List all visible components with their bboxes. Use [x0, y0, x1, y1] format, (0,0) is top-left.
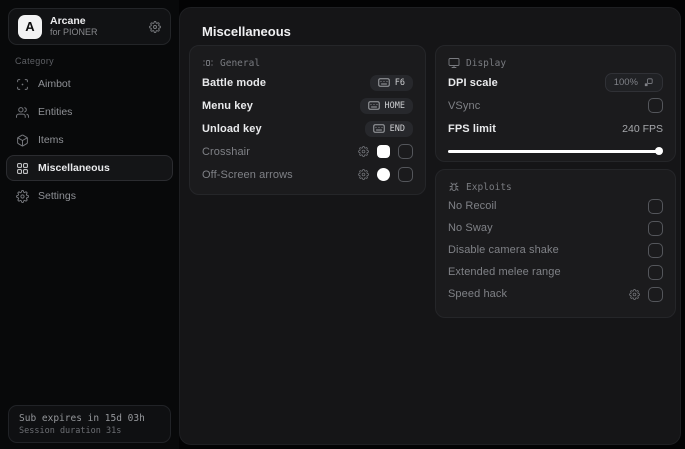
unload-key-row: Unload key END [202, 117, 413, 140]
menu-key-keybind[interactable]: HOME [359, 97, 413, 114]
vsync-checkbox[interactable] [648, 98, 663, 113]
app-name: Arcane [50, 15, 86, 28]
fps-limit-slider[interactable] [448, 147, 663, 155]
fps-limit-value: 240 FPS [622, 122, 663, 135]
slider-thumb[interactable] [655, 147, 663, 155]
disable-camera-shake-checkbox[interactable] [648, 242, 663, 258]
extended-melee-range-checkbox[interactable] [648, 264, 663, 280]
extended-melee-range-label: Extended melee range [448, 266, 561, 278]
grid-icon [16, 162, 29, 175]
gear-icon [16, 189, 29, 203]
crosshair-checkbox[interactable] [398, 144, 413, 159]
exploits-card-title: Exploits [466, 181, 512, 193]
general-card-title: General [220, 57, 261, 69]
sidebar-item-items[interactable]: Items [6, 127, 173, 153]
dpi-scale-label: DPI scale [448, 76, 498, 89]
speed-hack-label: Speed hack [448, 288, 508, 300]
unload-key-label: Unload key [202, 122, 262, 135]
keyboard-icon [372, 124, 385, 133]
bug-icon [448, 181, 460, 193]
scale-icon [643, 77, 654, 88]
brand-card: A Arcane for PIONER [8, 8, 171, 45]
crosshair-color-swatch[interactable] [377, 145, 390, 158]
keyboard-icon [367, 101, 380, 110]
battle-mode-key: F6 [394, 77, 405, 88]
menu-key-row: Menu key HOME [202, 94, 413, 117]
session-duration-text: Session duration 31s [19, 425, 122, 436]
vsync-label: VSync [448, 99, 481, 112]
subscription-card: Sub expires in 15d 03h Session duration … [8, 405, 171, 443]
speed-hack-row: Speed hack [448, 283, 663, 305]
exploits-card-header: Exploits [448, 179, 663, 195]
fps-limit-label: FPS limit [448, 122, 496, 135]
main-panel: Miscellaneous General Battle mode F6 Men… [179, 7, 681, 445]
battle-mode-keybind[interactable]: F6 [369, 74, 413, 91]
sidebar-item-miscellaneous[interactable]: Miscellaneous [6, 155, 173, 181]
no-recoil-checkbox[interactable] [648, 198, 663, 214]
disable-camera-shake-row: Disable camera shake [448, 239, 663, 261]
package-icon [16, 134, 29, 147]
display-card: Display DPI scale 100% VSync FPS limit 2… [435, 45, 676, 162]
monitor-icon [448, 57, 460, 69]
no-sway-label: No Sway [448, 222, 493, 234]
sidebar-item-entities[interactable]: Entities [6, 99, 173, 125]
crosshair-settings-gear-icon[interactable] [358, 146, 369, 157]
crosshair-label: Crosshair [202, 145, 250, 158]
fps-limit-row: FPS limit 240 FPS [448, 117, 663, 140]
battle-mode-label: Battle mode [202, 76, 267, 89]
no-sway-checkbox[interactable] [648, 220, 663, 236]
extended-melee-range-row: Extended melee range [448, 261, 663, 283]
display-card-title: Display [466, 57, 507, 69]
crosshair-row: Crosshair [202, 140, 413, 163]
sidebar-item-aimbot[interactable]: Aimbot [6, 71, 173, 97]
offscreen-arrows-color-swatch[interactable] [377, 168, 390, 181]
exploits-card: Exploits No Recoil No Sway Disable camer… [435, 169, 676, 318]
sidebar-item-settings[interactable]: Settings [6, 183, 173, 209]
crosshair-icon [16, 78, 29, 91]
offscreen-arrows-row: Off-Screen arrows [202, 163, 413, 186]
battle-mode-row: Battle mode F6 [202, 71, 413, 94]
sidebar-nav: Aimbot Entities Items Miscellaneous Sett… [6, 71, 173, 209]
vsync-row: VSync [448, 94, 663, 117]
category-label: Category [15, 56, 54, 66]
speed-hack-settings-gear-icon[interactable] [629, 288, 640, 300]
page-title: Miscellaneous [202, 24, 291, 39]
app-subtitle: for PIONER [50, 27, 98, 38]
unload-key-keybind[interactable]: END [364, 120, 413, 137]
general-card-header: General [202, 55, 413, 71]
menu-key-key: HOME [384, 100, 405, 111]
menu-key-label: Menu key [202, 99, 253, 112]
sidebar-item-label: Entities [38, 106, 73, 118]
sidebar-item-label: Miscellaneous [38, 162, 110, 174]
display-card-header: Display [448, 55, 663, 71]
sub-expires-text: Sub expires in 15d 03h [19, 412, 145, 424]
disable-camera-shake-label: Disable camera shake [448, 244, 559, 256]
brand-text: Arcane for PIONER [50, 15, 141, 37]
slider-fill [448, 150, 659, 153]
speed-hack-checkbox[interactable] [648, 286, 663, 302]
users-icon [16, 106, 29, 119]
no-sway-row: No Sway [448, 217, 663, 239]
sidebar-item-label: Aimbot [38, 78, 71, 90]
dpi-scale-select[interactable]: 100% [604, 73, 663, 92]
unload-key-key: END [389, 123, 405, 134]
keyboard-icon [378, 78, 390, 87]
dpi-scale-value: 100% [613, 77, 638, 88]
no-recoil-label: No Recoil [448, 200, 497, 212]
sidebar-item-label: Items [38, 134, 64, 146]
app-logo: A [18, 14, 42, 39]
sidebar-item-label: Settings [38, 190, 76, 202]
offscreen-arrows-settings-gear-icon[interactable] [358, 169, 369, 180]
no-recoil-row: No Recoil [448, 195, 663, 217]
offscreen-arrows-checkbox[interactable] [398, 167, 413, 182]
sliders-icon [202, 57, 214, 69]
dpi-scale-row: DPI scale 100% [448, 71, 663, 94]
settings-gear-icon[interactable] [149, 20, 161, 33]
offscreen-arrows-label: Off-Screen arrows [202, 168, 293, 181]
general-card: General Battle mode F6 Menu key HOME Unl… [189, 45, 426, 195]
sidebar: A Arcane for PIONER Category Aimbot Enti… [0, 0, 179, 449]
